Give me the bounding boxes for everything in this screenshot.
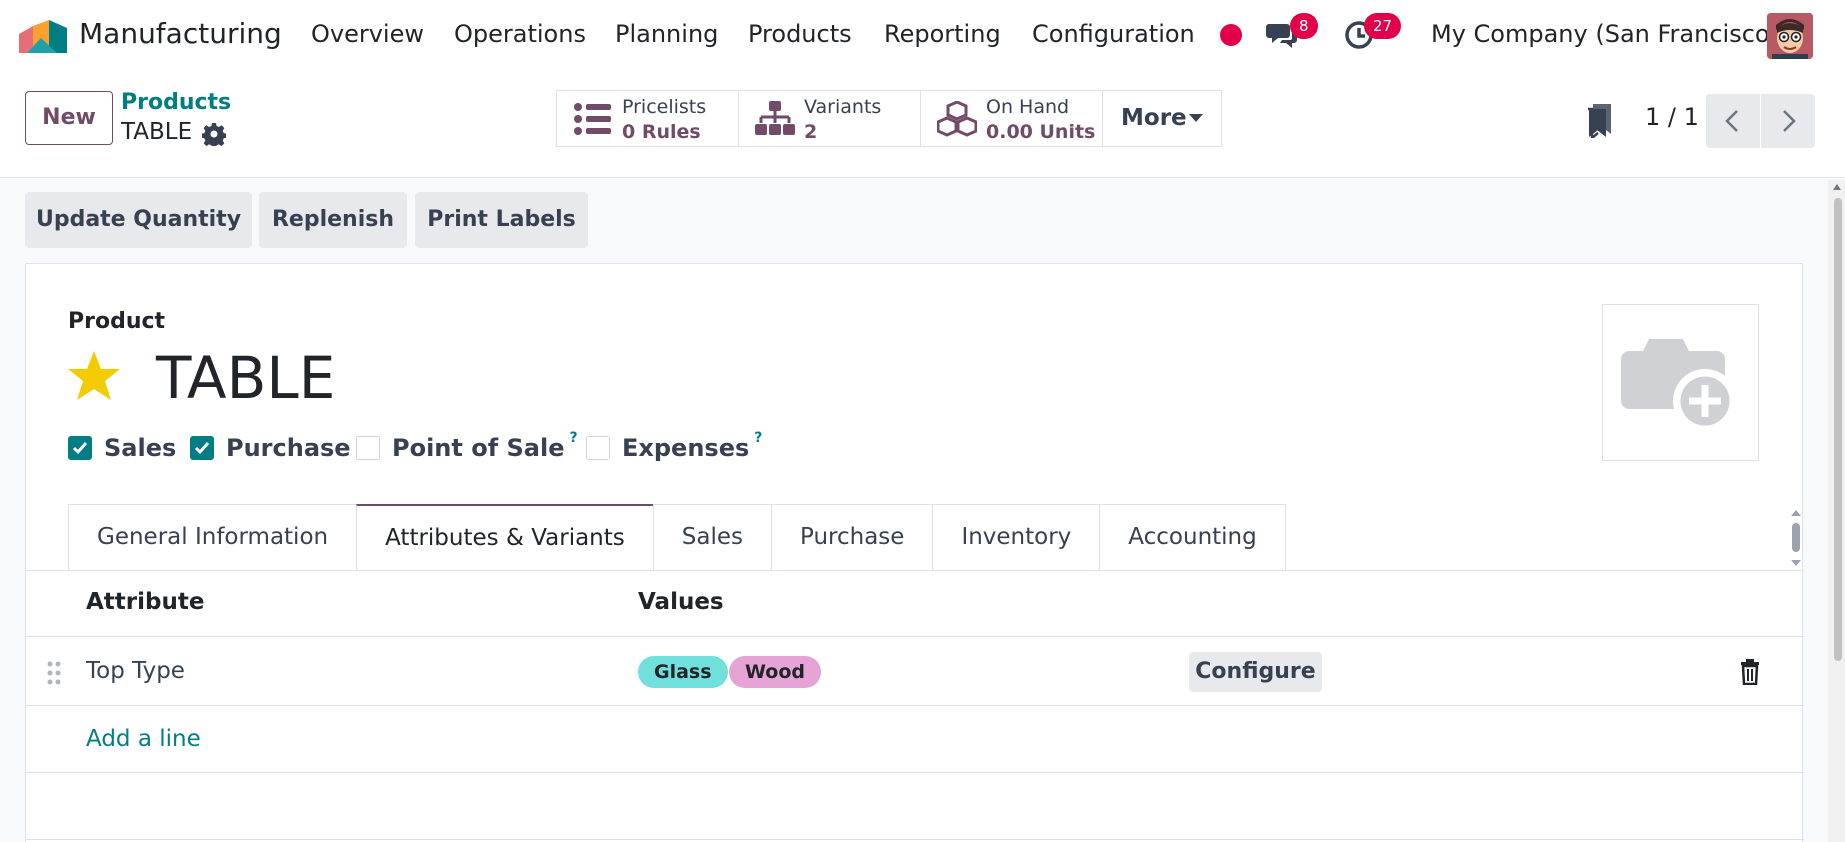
- activities-badge: 27: [1364, 13, 1402, 39]
- point-of-sale-checkbox[interactable]: [356, 436, 380, 460]
- pricelists-smart-button[interactable]: Pricelists 0 Rules: [556, 90, 739, 147]
- messages-badge: 8: [1290, 13, 1318, 39]
- form-view: Update Quantity Replenish Print Labels P…: [0, 179, 1845, 842]
- print-labels-button[interactable]: Print Labels: [415, 192, 588, 248]
- breadcrumb-products-link[interactable]: Products: [121, 90, 231, 115]
- favorite-star-icon[interactable]: [66, 349, 122, 403]
- pricelists-value: 0 Rules: [622, 121, 701, 143]
- menu-planning[interactable]: Planning: [615, 20, 718, 48]
- point-of-sale-checkbox-field[interactable]: Point of Sale ?: [356, 430, 578, 465]
- notebook-tabs: General Information Attributes & Variant…: [68, 504, 1286, 571]
- top-navbar: Manufacturing Overview Operations Planni…: [0, 0, 1845, 72]
- user-avatar[interactable]: [1767, 13, 1813, 59]
- sales-checkbox[interactable]: [68, 436, 92, 460]
- app-name[interactable]: Manufacturing: [79, 17, 282, 50]
- pager-previous-button[interactable]: [1706, 94, 1760, 148]
- page-scrollbar-thumb[interactable]: [1834, 198, 1842, 661]
- empty-row: [26, 774, 1804, 840]
- menu-products[interactable]: Products: [748, 20, 852, 48]
- menu-operations[interactable]: Operations: [454, 20, 586, 48]
- chevron-right-icon: [1783, 110, 1796, 132]
- point-of-sale-label[interactable]: Point of Sale: [392, 434, 565, 462]
- sales-label[interactable]: Sales: [104, 434, 176, 462]
- on-hand-value: 0.00 Units: [986, 121, 1096, 143]
- product-image-upload[interactable]: [1602, 304, 1759, 461]
- variants-title: Variants: [804, 96, 882, 118]
- chevron-left-icon: [1725, 110, 1738, 132]
- attributes-table-header: Attribute Values: [26, 571, 1804, 637]
- cubes-icon: [937, 101, 977, 137]
- menu-configuration[interactable]: Configuration: [1032, 20, 1195, 48]
- list-icon: [574, 103, 611, 135]
- sales-checkbox-field[interactable]: Sales: [68, 431, 176, 465]
- value-tag-wood[interactable]: Wood: [729, 656, 821, 688]
- tab-accounting[interactable]: Accounting: [1099, 504, 1286, 571]
- tab-sales[interactable]: Sales: [652, 504, 771, 571]
- product-name-field[interactable]: TABLE: [156, 344, 335, 412]
- scroll-up-icon[interactable]: [1832, 183, 1842, 191]
- attribute-column-header[interactable]: Attribute: [86, 589, 204, 615]
- pager-value[interactable]: 1 / 1: [1645, 103, 1699, 131]
- update-quantity-button[interactable]: Update Quantity: [25, 192, 252, 248]
- purchase-checkbox[interactable]: [190, 436, 214, 460]
- point-of-sale-help-icon[interactable]: ?: [570, 430, 578, 446]
- breadcrumb-current: TABLE: [121, 119, 193, 145]
- on-hand-title: On Hand: [986, 96, 1070, 118]
- add-line-row: Add a line: [26, 707, 1804, 773]
- sitemap-icon: [755, 101, 795, 135]
- bookmark-icon[interactable]: [1587, 104, 1613, 138]
- add-a-line-link[interactable]: Add a line: [86, 726, 201, 752]
- gear-icon[interactable]: [202, 122, 226, 146]
- purchase-checkbox-field[interactable]: Purchase: [190, 431, 351, 465]
- configure-button[interactable]: Configure: [1189, 652, 1322, 692]
- trash-icon[interactable]: [1739, 659, 1761, 685]
- tab-inventory[interactable]: Inventory: [932, 504, 1100, 571]
- form-sheet: Product TABLE Sales Purchase Point of Sa…: [25, 263, 1804, 842]
- table-row[interactable]: Top Type Glass Wood Configure: [26, 638, 1804, 706]
- manufacturing-app-icon[interactable]: [19, 20, 67, 53]
- expenses-help-icon[interactable]: ?: [754, 430, 762, 446]
- caret-down-icon: [1189, 114, 1203, 122]
- company-switcher[interactable]: My Company (San Francisco): [1431, 20, 1779, 48]
- more-dropdown-button[interactable]: More: [1102, 90, 1222, 147]
- tabs-scrollbar[interactable]: [1789, 509, 1803, 567]
- on-hand-smart-button[interactable]: On Hand 0.00 Units: [920, 90, 1103, 147]
- value-tag-glass[interactable]: Glass: [638, 656, 728, 688]
- purchase-label[interactable]: Purchase: [226, 434, 351, 462]
- pricelists-title: Pricelists: [622, 96, 707, 118]
- variants-smart-button[interactable]: Variants 2: [738, 90, 921, 147]
- tab-attributes-variants[interactable]: Attributes & Variants: [356, 504, 653, 571]
- more-label: More: [1121, 105, 1187, 131]
- new-button[interactable]: New: [25, 91, 113, 145]
- expenses-label[interactable]: Expenses: [622, 434, 749, 462]
- checkmark-icon: [194, 442, 210, 455]
- product-label: Product: [68, 309, 166, 334]
- recording-indicator-icon[interactable]: [1220, 24, 1242, 46]
- tab-purchase[interactable]: Purchase: [770, 504, 933, 571]
- expenses-checkbox[interactable]: [586, 436, 610, 460]
- expenses-checkbox-field[interactable]: Expenses ?: [586, 430, 762, 465]
- replenish-button[interactable]: Replenish: [259, 192, 407, 248]
- tab-general-information[interactable]: General Information: [68, 504, 357, 571]
- variants-value: 2: [804, 121, 818, 143]
- menu-overview[interactable]: Overview: [311, 20, 424, 48]
- drag-handle-icon[interactable]: [46, 660, 62, 686]
- camera-add-icon: [1621, 339, 1737, 433]
- control-panel: New Products TABLE Pricelists 0 Rules Va…: [0, 72, 1845, 178]
- attribute-cell[interactable]: Top Type: [86, 658, 185, 684]
- pager-next-button[interactable]: [1761, 94, 1815, 148]
- checkmark-icon: [72, 442, 88, 455]
- values-column-header[interactable]: Values: [638, 589, 724, 615]
- menu-reporting[interactable]: Reporting: [884, 20, 1001, 48]
